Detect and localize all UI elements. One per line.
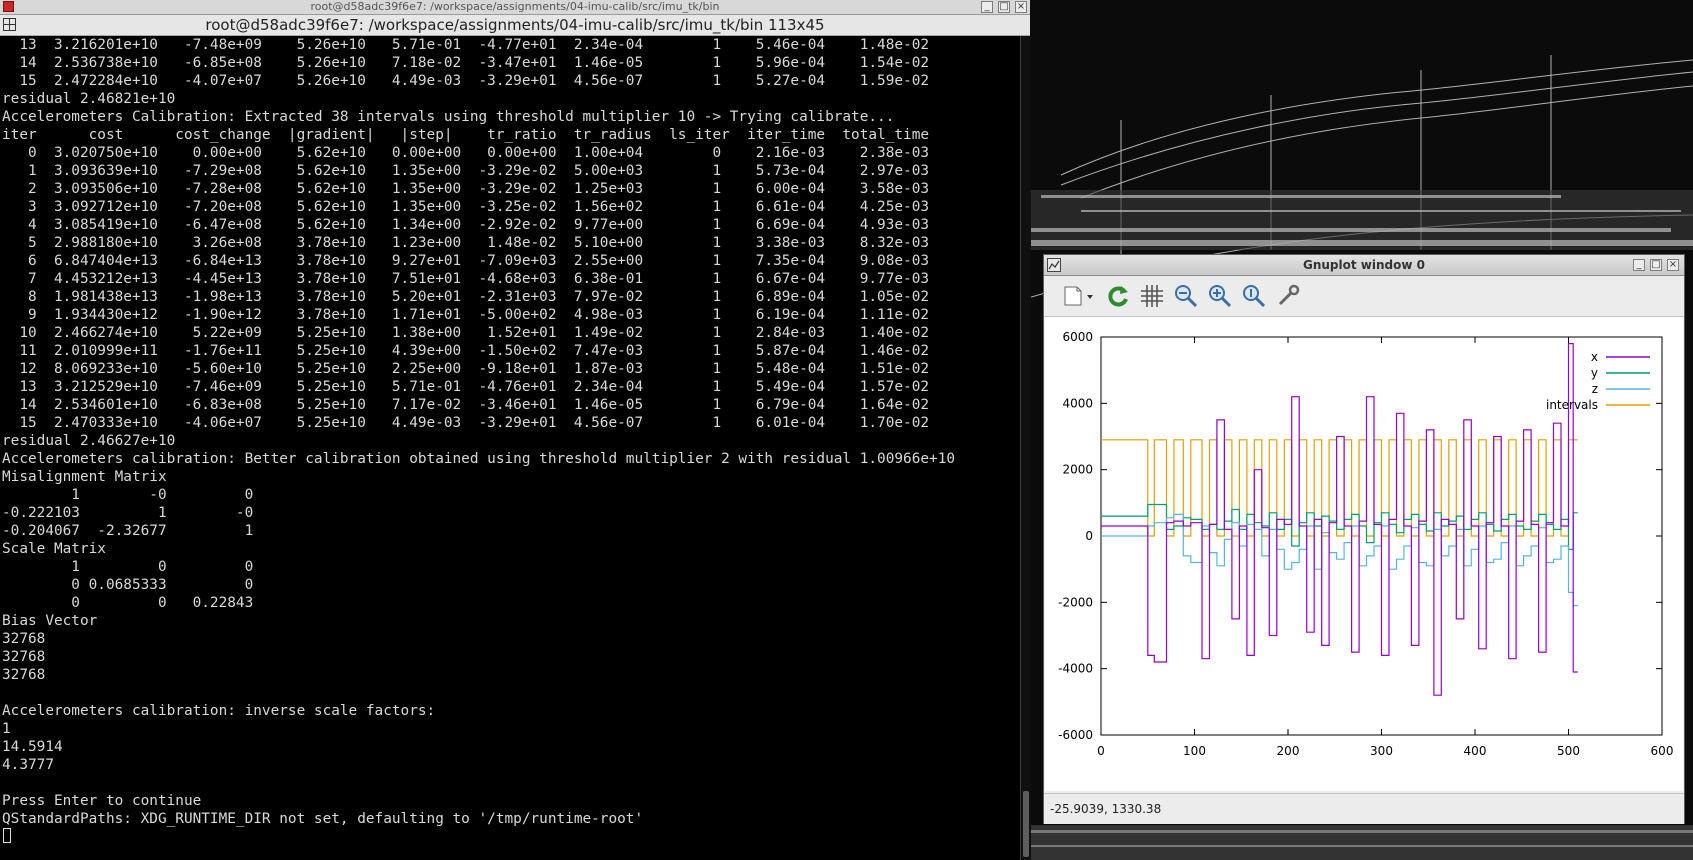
terminal-line: 2 3.093506e+10 -7.28e+08 5.62e+10 1.35e+… bbox=[2, 181, 930, 197]
gnuplot-window[interactable]: Gnuplot window 0 _ □ × 6000 4000 2000 0 … bbox=[1043, 254, 1685, 824]
terminal-cursor bbox=[3, 828, 11, 843]
y-tick-label: 6000 bbox=[1062, 330, 1093, 344]
terminal-line: -0.204067 -2.32677 1 bbox=[2, 523, 254, 539]
gnuplot-maximize-button[interactable]: □ bbox=[1650, 259, 1662, 271]
replot-icon bbox=[1108, 286, 1128, 307]
terminal-line: 15 2.472284e+10 -4.07e+07 5.26e+10 4.49e… bbox=[2, 73, 930, 89]
terminal-line: 1 bbox=[2, 721, 11, 737]
legend-label-x: x bbox=[1591, 350, 1598, 364]
terminal-line: 14 2.534601e+10 -6.83e+08 5.25e+10 7.17e… bbox=[2, 397, 930, 413]
maximize-button[interactable]: □ bbox=[998, 1, 1010, 13]
x-tick-label: 600 bbox=[1651, 744, 1674, 758]
scrollbar-thumb[interactable] bbox=[1023, 791, 1029, 857]
terminal-line: 7 4.453212e+13 -4.45e+13 3.78e+10 7.51e+… bbox=[2, 271, 930, 287]
zoom-out-icon bbox=[1175, 285, 1198, 308]
gnuplot-toolbar bbox=[1044, 276, 1684, 317]
y-tick-label: -6000 bbox=[1058, 728, 1093, 742]
y-tick-label: 4000 bbox=[1062, 396, 1093, 410]
terminal-line: 14 2.536738e+10 -6.85e+08 5.26e+10 7.18e… bbox=[2, 55, 930, 71]
terminal-window[interactable]: root@d58adc39f6e7: /workspace/assignment… bbox=[0, 0, 1031, 860]
legend-label-intervals: intervals bbox=[1546, 398, 1598, 412]
terminal-line: Scale Matrix bbox=[2, 541, 106, 557]
terminal-line: 13 3.212529e+10 -7.46e+09 5.25e+10 5.71e… bbox=[2, 379, 930, 395]
terminal-line: 32768 bbox=[2, 649, 46, 665]
terminal-line: Misalignment Matrix bbox=[2, 469, 167, 485]
terminal-line: 13 3.216201e+10 -7.48e+09 5.26e+10 5.71e… bbox=[2, 37, 930, 53]
terminal-titlebar[interactable]: root@d58adc39f6e7: /workspace/assignment… bbox=[0, 0, 1030, 15]
series-line-z bbox=[1101, 513, 1578, 607]
cursor-coordinates: -25.9039, 1330.38 bbox=[1050, 802, 1162, 816]
terminal-line: 5 2.988180e+10 3.26e+08 3.78e+10 1.23e+0… bbox=[2, 235, 930, 251]
terminal-header: root@d58adc39f6e7: /workspace/assignment… bbox=[0, 15, 1030, 36]
terminal-line: 15 2.470333e+10 -4.06e+07 5.25e+10 4.49e… bbox=[2, 415, 930, 431]
zoom-in-icon bbox=[1209, 285, 1232, 308]
terminal-line: 32768 bbox=[2, 667, 46, 683]
terminal-line: 0 0.0685333 0 bbox=[2, 577, 254, 593]
x-tick-label: 300 bbox=[1370, 744, 1393, 758]
close-button[interactable]: × bbox=[1015, 1, 1027, 13]
x-tick-label: 100 bbox=[1183, 744, 1206, 758]
terminal-line: 3 3.092712e+10 -7.20e+08 5.62e+10 1.35e+… bbox=[2, 199, 930, 215]
terminal-header-title: root@d58adc39f6e7: /workspace/assignment… bbox=[205, 16, 825, 34]
terminal-line: Accelerometers Calibration: Extracted 38… bbox=[2, 109, 895, 125]
terminal-line: 4.3777 bbox=[2, 757, 54, 773]
terminal-line: -0.222103 1 -0 bbox=[2, 505, 254, 521]
gnuplot-titlebar[interactable]: Gnuplot window 0 _ □ × bbox=[1044, 255, 1684, 276]
zoom-fit-button[interactable] bbox=[1240, 282, 1268, 310]
x-tick-label: 0 bbox=[1097, 744, 1105, 758]
x-tick-label: 400 bbox=[1464, 744, 1487, 758]
terminal-line: 1 3.093639e+10 -7.29e+08 5.62e+10 1.35e+… bbox=[2, 163, 930, 179]
y-tick-label: 0 bbox=[1085, 529, 1093, 543]
gnuplot-statusbar: -25.9039, 1330.38 bbox=[1044, 793, 1684, 824]
terminal-line: Press Enter to continue bbox=[2, 793, 202, 809]
terminal-line: residual 2.46821e+10 bbox=[2, 91, 176, 107]
legend-label-z: z bbox=[1592, 382, 1598, 396]
terminal-line: 0 3.020750e+10 0.00e+00 5.62e+10 0.00e+0… bbox=[2, 145, 930, 161]
terminal-line: 1 -0 0 bbox=[2, 487, 254, 503]
terminal-line: Accelerometers calibration: inverse scal… bbox=[2, 703, 436, 719]
terminal-scrollbar[interactable] bbox=[1020, 36, 1031, 860]
settings-button[interactable] bbox=[1274, 282, 1302, 310]
grid-icon bbox=[1141, 285, 1163, 307]
terminal-line: 12 8.069233e+10 -5.60e+10 5.25e+10 2.25e… bbox=[2, 361, 930, 377]
minimize-button[interactable]: _ bbox=[981, 1, 993, 13]
zoom-out-button[interactable] bbox=[1172, 282, 1200, 310]
terminal-line: iter cost cost_change |gradient| |step| … bbox=[2, 127, 930, 143]
terminal-line: 0 0 0.22843 bbox=[2, 595, 254, 611]
gnuplot-window-title: Gnuplot window 0 bbox=[1303, 258, 1425, 272]
terminal-line: 10 2.466274e+10 5.22e+09 5.25e+10 1.38e+… bbox=[2, 325, 930, 341]
export-icon bbox=[1064, 286, 1093, 306]
y-tick-label: -2000 bbox=[1058, 595, 1093, 609]
terminal-line: 8 1.981438e+13 -1.98e+13 3.78e+10 5.20e+… bbox=[2, 289, 930, 305]
terminal-line: residual 2.46627e+10 bbox=[2, 433, 176, 449]
terminal-line: Accelerometers calibration: Better calib… bbox=[2, 451, 956, 467]
settings-icon bbox=[1278, 284, 1300, 306]
zoom-fit-icon bbox=[1243, 285, 1266, 308]
series-line-intervals bbox=[1101, 439, 1578, 537]
terminal-line: QStandardPaths: XDG_RUNTIME_DIR not set,… bbox=[2, 811, 644, 827]
terminal-line: 9 1.934430e+12 -1.90e+12 3.78e+10 1.71e+… bbox=[2, 307, 930, 323]
terminal-line: 4 3.085419e+10 -6.47e+08 5.62e+10 1.34e+… bbox=[2, 217, 930, 233]
x-tick-label: 200 bbox=[1277, 744, 1300, 758]
gnuplot-minimize-button[interactable]: _ bbox=[1633, 259, 1645, 271]
terminal-line: 11 2.010999e+11 -1.76e+11 5.25e+10 4.39e… bbox=[2, 343, 930, 359]
gnuplot-chart[interactable]: 6000 4000 2000 0 -2000 -4000 -6000 0 100 200 300 40… bbox=[1045, 317, 1683, 791]
y-tick-label: -4000 bbox=[1058, 662, 1093, 676]
export-button[interactable] bbox=[1058, 282, 1098, 310]
terminal-line: 14.5914 bbox=[2, 739, 63, 755]
replot-button[interactable] bbox=[1104, 282, 1132, 310]
terminal-line: 1 0 0 bbox=[2, 559, 254, 575]
x-tick-label: 500 bbox=[1557, 744, 1580, 758]
terminal-line: Bias Vector bbox=[2, 613, 98, 629]
terminal-line: 6 6.847404e+13 -6.84e+13 3.78e+10 9.27e+… bbox=[2, 253, 930, 269]
terminal-line: 32768 bbox=[2, 631, 46, 647]
y-tick-label: 2000 bbox=[1062, 463, 1093, 477]
zoom-in-button[interactable] bbox=[1206, 282, 1234, 310]
terminal-output[interactable]: 13 3.216201e+10 -7.48e+09 5.26e+10 5.71e… bbox=[0, 36, 1020, 860]
legend-label-y: y bbox=[1591, 366, 1598, 380]
terminal-window-title: root@d58adc39f6e7: /workspace/assignment… bbox=[310, 0, 720, 13]
plot-area[interactable]: 6000 4000 2000 0 -2000 -4000 -6000 0 100 200 300 40… bbox=[1045, 317, 1683, 791]
grid-button[interactable] bbox=[1138, 282, 1166, 310]
gnuplot-close-button[interactable]: × bbox=[1667, 259, 1679, 271]
